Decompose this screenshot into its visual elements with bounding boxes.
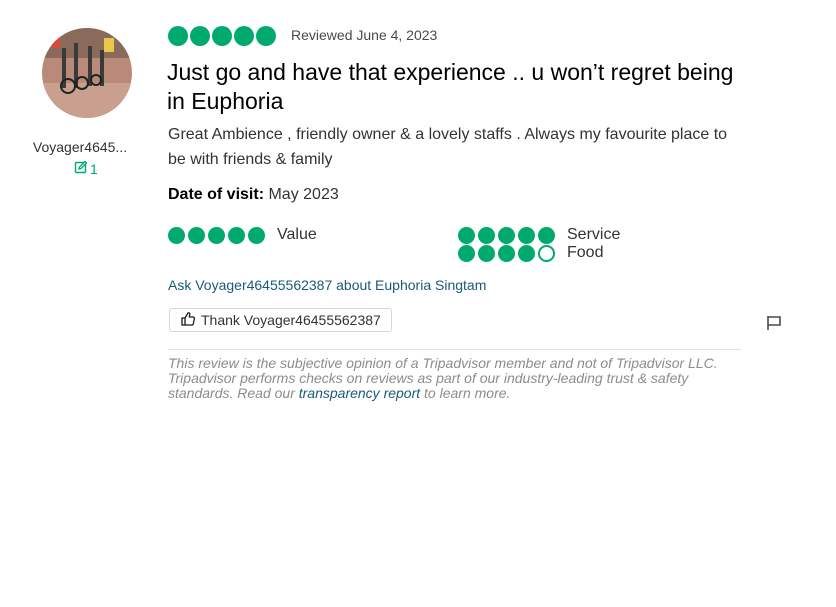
review-title[interactable]: Just go and have that experience .. u wo… bbox=[167, 58, 747, 116]
pencil-icon bbox=[74, 160, 88, 177]
filled-bubble-icon bbox=[498, 244, 515, 262]
avatar[interactable] bbox=[42, 28, 132, 118]
subrating-bubbles bbox=[458, 244, 555, 262]
filled-bubble-icon bbox=[234, 26, 254, 46]
flag-icon[interactable] bbox=[765, 314, 783, 332]
ask-reviewer-link[interactable]: Ask Voyager46455562387 about Euphoria Si… bbox=[168, 277, 486, 293]
date-of-visit-value: May 2023 bbox=[268, 186, 339, 203]
thank-button-label: Thank Voyager46455562387 bbox=[201, 312, 381, 328]
filled-bubble-icon bbox=[168, 226, 185, 244]
thumbs-up-icon bbox=[180, 311, 196, 330]
avatar-image bbox=[42, 28, 132, 118]
divider bbox=[168, 349, 741, 350]
disclaimer-text-end: to learn more. bbox=[420, 385, 511, 401]
subrating-bubbles bbox=[458, 226, 555, 244]
subrating-service: Service bbox=[458, 226, 620, 244]
filled-bubble-icon bbox=[188, 226, 205, 244]
contributions-count: 1 bbox=[74, 160, 98, 177]
review-body: Great Ambience , friendly owner & a love… bbox=[168, 126, 728, 168]
filled-bubble-icon bbox=[168, 26, 188, 46]
filled-bubble-icon bbox=[458, 244, 475, 262]
review-disclaimer: This review is the subjective opinion of… bbox=[168, 356, 748, 401]
subrating-food: Food bbox=[458, 244, 603, 262]
filled-bubble-icon bbox=[538, 226, 555, 244]
filled-bubble-icon bbox=[256, 26, 276, 46]
filled-bubble-icon bbox=[518, 244, 535, 262]
subrating-label: Value bbox=[277, 226, 317, 243]
filled-bubble-icon bbox=[248, 226, 265, 244]
subrating-bubbles bbox=[168, 226, 265, 244]
reviewer-username[interactable]: Voyager4645... bbox=[24, 139, 136, 155]
filled-bubble-icon bbox=[212, 26, 232, 46]
thank-button[interactable]: Thank Voyager46455562387 bbox=[169, 308, 392, 332]
contributions-value: 1 bbox=[90, 160, 98, 177]
empty-bubble-icon bbox=[538, 244, 555, 262]
date-of-visit: Date of visit: May 2023 bbox=[168, 186, 339, 204]
subrating-label: Service bbox=[567, 226, 621, 243]
subrating-value: Value bbox=[168, 226, 317, 244]
filled-bubble-icon bbox=[518, 226, 535, 244]
filled-bubble-icon bbox=[190, 26, 210, 46]
date-of-visit-label: Date of visit: bbox=[168, 186, 265, 203]
filled-bubble-icon bbox=[478, 226, 495, 244]
filled-bubble-icon bbox=[498, 226, 515, 244]
subrating-label: Food bbox=[567, 244, 604, 261]
filled-bubble-icon bbox=[458, 226, 475, 244]
filled-bubble-icon bbox=[208, 226, 225, 244]
transparency-report-link[interactable]: transparency report bbox=[299, 385, 420, 401]
reviewed-date: Reviewed June 4, 2023 bbox=[291, 27, 438, 43]
filled-bubble-icon bbox=[478, 244, 495, 262]
filled-bubble-icon bbox=[228, 226, 245, 244]
review-rating-bubbles bbox=[168, 26, 276, 46]
